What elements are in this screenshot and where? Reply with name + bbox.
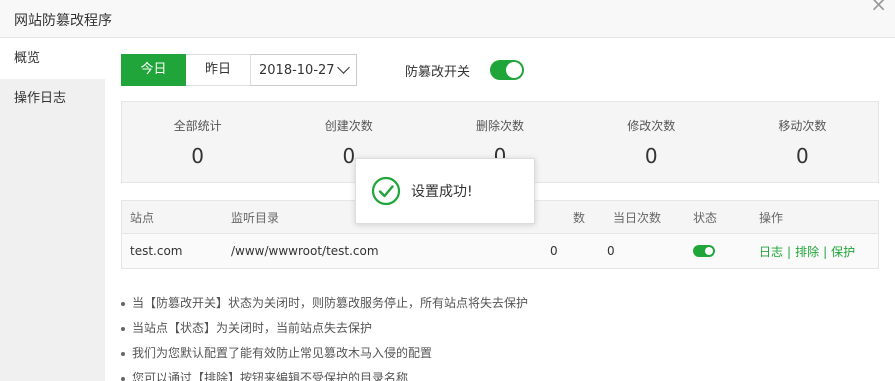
tamper-switch-label: 防篡改开关 bbox=[405, 64, 471, 80]
stat-total: 全部统计 0 bbox=[122, 102, 273, 182]
date-select[interactable]: 2018-10-27 bbox=[251, 54, 357, 86]
separator: | bbox=[823, 244, 828, 259]
toast-message: 设置成功! bbox=[411, 184, 473, 200]
cell-site: test.com bbox=[130, 244, 183, 258]
help-notes: 当【防篡改开关】状态为关闭时，则防篡改服务停止，所有站点将失去保护 当站点【状态… bbox=[121, 291, 528, 381]
cell-today: 0 bbox=[607, 244, 615, 258]
check-circle-icon bbox=[371, 176, 401, 206]
stat-label: 删除次数 bbox=[476, 119, 525, 133]
col-status: 状态 bbox=[693, 210, 718, 225]
tamper-switch-group: 防篡改开关 bbox=[405, 60, 525, 80]
note-item: 当【防篡改开关】状态为关闭时，则防篡改服务停止，所有站点将失去保护 bbox=[121, 291, 528, 316]
col-today: 当日次数 bbox=[613, 210, 662, 225]
table-row: test.com /www/wwwroot/test.com 0 0 日志 | 排除… bbox=[122, 234, 878, 268]
toggle-knob bbox=[506, 62, 523, 78]
col-site: 站点 bbox=[130, 210, 155, 225]
sidebar-item-overview[interactable]: 概览 bbox=[0, 39, 105, 79]
cell-total: 0 bbox=[550, 244, 558, 258]
note-item: 您可以通过【排除】按钮来编辑不受保护的目录名称 bbox=[121, 366, 528, 381]
stat-label: 全部统计 bbox=[173, 119, 222, 133]
exclude-link[interactable]: 排除 bbox=[795, 245, 819, 259]
col-ops: 操作 bbox=[759, 210, 784, 225]
stat-label: 移动次数 bbox=[778, 119, 827, 133]
cell-dir: /www/wwwroot/test.com bbox=[231, 244, 379, 258]
cell-ops: 日志 | 排除 | 保护 bbox=[759, 243, 878, 260]
cell-status bbox=[693, 245, 759, 257]
chevron-down-icon bbox=[337, 61, 350, 74]
window-titlebar: 网站防篡改程序 × bbox=[0, 0, 895, 38]
stat-modify: 修改次数 0 bbox=[576, 102, 727, 182]
window-title: 网站防篡改程序 bbox=[14, 13, 112, 29]
sidebar: 概览 操作日志 bbox=[0, 39, 105, 381]
stat-label: 修改次数 bbox=[627, 119, 676, 133]
date-select-value: 2018-10-27 bbox=[259, 62, 335, 78]
stat-move: 移动次数 0 bbox=[727, 102, 878, 182]
stat-value: 0 bbox=[191, 144, 204, 168]
today-button[interactable]: 今日 bbox=[121, 54, 186, 86]
yesterday-button[interactable]: 昨日 bbox=[186, 54, 251, 86]
toggle-knob bbox=[705, 247, 713, 255]
close-icon[interactable]: × bbox=[870, 0, 887, 14]
site-status-toggle[interactable] bbox=[693, 245, 715, 257]
stat-value: 0 bbox=[644, 144, 658, 168]
stat-label: 创建次数 bbox=[324, 119, 373, 133]
sidebar-item-operation-log[interactable]: 操作日志 bbox=[0, 79, 105, 119]
date-filter: 今日 昨日 2018-10-27 bbox=[121, 54, 357, 86]
note-item: 当站点【状态】为关闭时，当前站点失去保护 bbox=[121, 316, 528, 341]
note-item: 我们为您默认配置了能有效防止常见篡改木马入侵的配置 bbox=[121, 341, 528, 366]
log-link[interactable]: 日志 bbox=[759, 245, 783, 259]
protect-link[interactable]: 保护 bbox=[831, 245, 855, 259]
stat-value: 0 bbox=[796, 144, 809, 168]
tamper-switch-toggle[interactable] bbox=[490, 60, 525, 80]
success-toast: 设置成功! bbox=[355, 158, 535, 224]
separator: | bbox=[787, 244, 792, 259]
